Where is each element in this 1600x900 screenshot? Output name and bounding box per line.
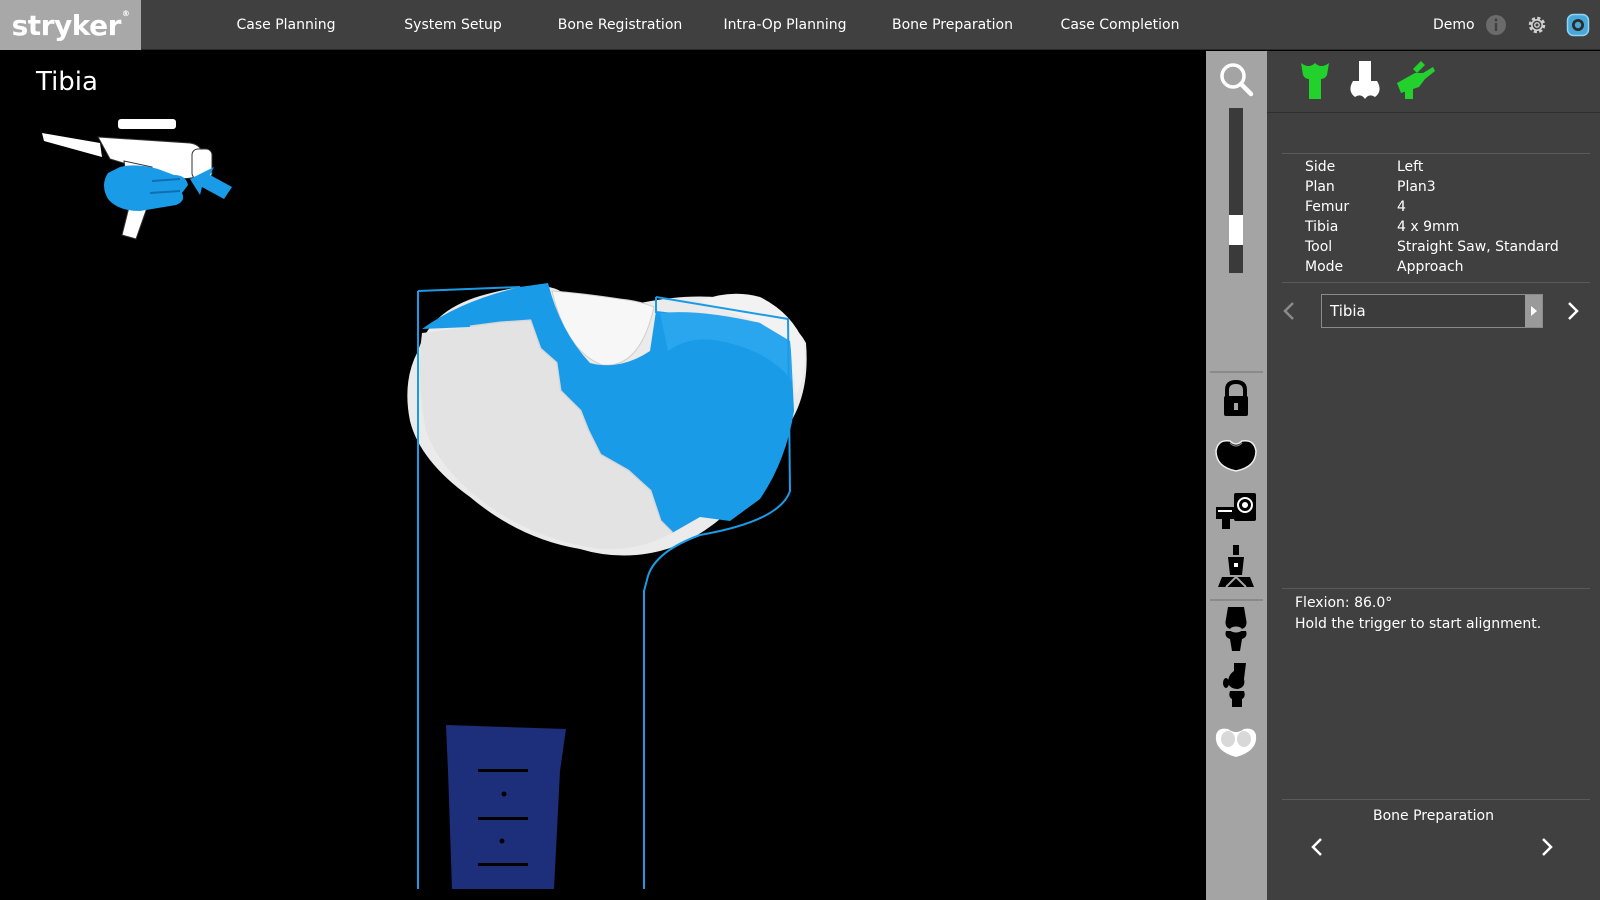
nav-case-planning[interactable]: Case Planning bbox=[236, 0, 336, 50]
selector-next-icon[interactable] bbox=[1563, 299, 1583, 323]
info-key: Side bbox=[1305, 159, 1336, 175]
top-bar: stryker® Case Planning System Setup Bone… bbox=[0, 0, 1600, 50]
tibia-bone-model[interactable] bbox=[0, 51, 1206, 900]
nav-system-setup[interactable]: System Setup bbox=[398, 0, 508, 50]
phase-prev-icon[interactable] bbox=[1307, 835, 1327, 859]
info-icon[interactable] bbox=[1484, 13, 1508, 37]
gear-icon[interactable] bbox=[1525, 13, 1549, 37]
nav-bone-preparation[interactable]: Bone Preparation bbox=[885, 0, 1020, 50]
tibia-top-view-icon[interactable] bbox=[1212, 431, 1260, 479]
instruction-text: Hold the trigger to start alignment. bbox=[1295, 616, 1542, 632]
info-value: Left bbox=[1397, 159, 1424, 175]
info-top-separator bbox=[1282, 153, 1590, 154]
nav-case-completion[interactable]: Case Completion bbox=[1058, 0, 1182, 50]
bone-selector-value: Tibia bbox=[1330, 302, 1366, 320]
user-label: Demo bbox=[1433, 17, 1475, 33]
saw-tool-green-icon[interactable] bbox=[1393, 59, 1437, 103]
nav-intra-op-planning[interactable]: Intra-Op Planning bbox=[720, 0, 850, 50]
info-value: 4 bbox=[1397, 199, 1406, 215]
info-key: Tool bbox=[1305, 239, 1333, 255]
magnifier-icon[interactable] bbox=[1212, 55, 1260, 103]
selector-dropdown-arrow[interactable] bbox=[1525, 295, 1542, 327]
info-key: Tibia bbox=[1305, 219, 1339, 235]
stryker-logo: stryker® bbox=[0, 0, 141, 50]
zoom-slider[interactable] bbox=[1229, 108, 1243, 273]
status-separator bbox=[1282, 588, 1590, 589]
info-key: Mode bbox=[1305, 259, 1344, 275]
logo-text: stryker bbox=[11, 8, 122, 42]
caret-right-icon bbox=[1531, 306, 1537, 316]
camera-tracker-icon[interactable] bbox=[1212, 487, 1260, 535]
knee-side-icon[interactable] bbox=[1212, 661, 1260, 709]
zoom-slider-thumb[interactable] bbox=[1229, 214, 1243, 245]
info-bottom-separator bbox=[1282, 282, 1590, 283]
footer-separator bbox=[1282, 799, 1590, 800]
info-value: Straight Saw, Standard bbox=[1397, 239, 1559, 255]
nav-bone-registration[interactable]: Bone Registration bbox=[555, 0, 685, 50]
camera-status-icon[interactable] bbox=[1566, 13, 1590, 37]
panel-header bbox=[1267, 51, 1600, 113]
strip-divider bbox=[1210, 599, 1263, 601]
logo-trademark: ® bbox=[121, 8, 130, 18]
selector-prev-icon[interactable] bbox=[1279, 299, 1299, 323]
info-key: Plan bbox=[1305, 179, 1335, 195]
patella-icon[interactable] bbox=[1212, 719, 1260, 767]
lock-icon[interactable] bbox=[1212, 375, 1260, 423]
tool-strip bbox=[1206, 51, 1267, 900]
info-value: Approach bbox=[1397, 259, 1464, 275]
info-key: Femur bbox=[1305, 199, 1350, 215]
info-value: Plan3 bbox=[1397, 179, 1436, 195]
flexion-readout: Flexion: 86.0° bbox=[1295, 595, 1393, 611]
phase-label: Bone Preparation bbox=[1373, 808, 1494, 824]
info-value: 4 x 9mm bbox=[1397, 219, 1460, 235]
bone-selector[interactable]: Tibia bbox=[1321, 294, 1543, 328]
bone-white-icon[interactable] bbox=[1343, 59, 1387, 103]
strip-divider bbox=[1210, 371, 1263, 373]
femur-tibia-green-icon[interactable] bbox=[1293, 59, 1337, 103]
knee-front-icon[interactable] bbox=[1212, 605, 1260, 653]
robot-arm-icon[interactable] bbox=[1212, 543, 1260, 591]
3d-viewport[interactable]: Tibia bbox=[0, 51, 1206, 900]
right-panel: Side Left Plan Plan3 Femur 4 Tibia 4 x 9… bbox=[1267, 51, 1600, 900]
phase-next-icon[interactable] bbox=[1537, 835, 1557, 859]
